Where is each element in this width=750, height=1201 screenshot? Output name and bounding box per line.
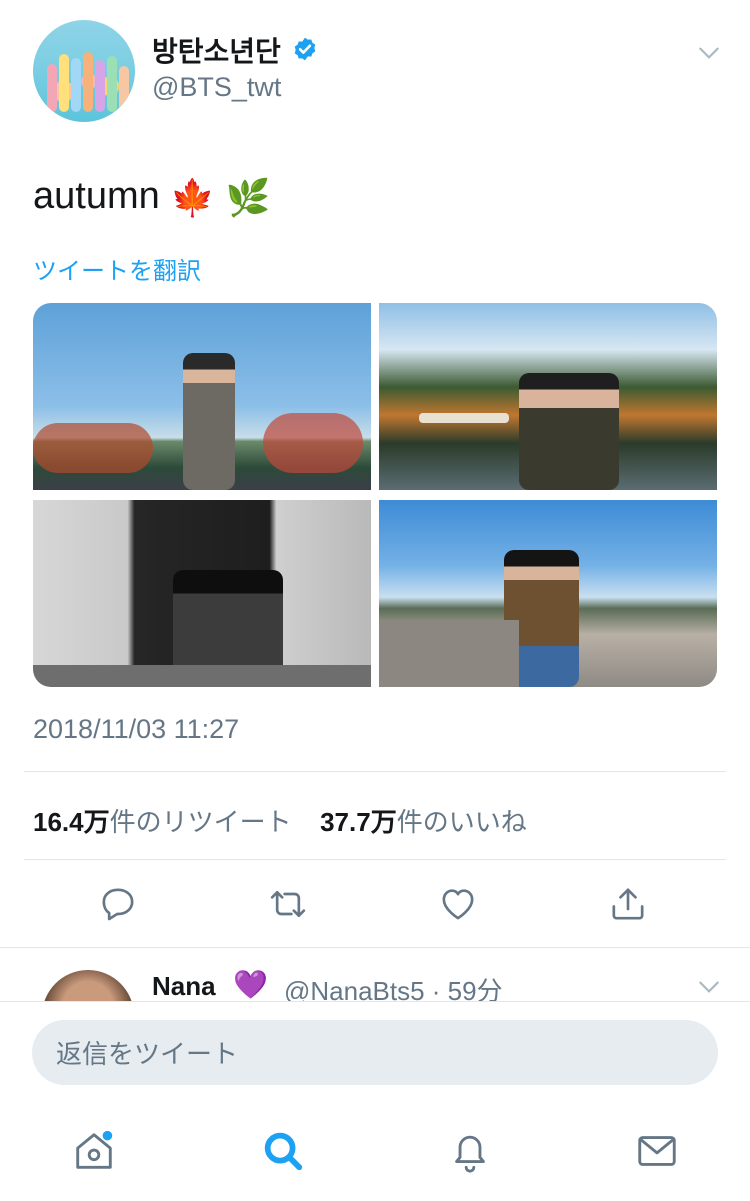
retweets-count: 16.4万 <box>33 807 110 837</box>
share-icon[interactable] <box>608 884 648 924</box>
tweet-stats: 16.4万件のリツイート 37.7万件のいいね <box>33 802 527 839</box>
maple-leaf-icon: 🍁 <box>170 176 216 218</box>
divider <box>24 859 726 860</box>
retweets-stat[interactable]: 16.4万件のリツイート <box>33 807 292 837</box>
user-handle[interactable]: @BTS_twt <box>152 72 281 103</box>
chevron-down-icon[interactable] <box>696 974 722 1000</box>
likes-stat[interactable]: 37.7万件のいいね <box>320 807 527 837</box>
chevron-down-icon[interactable] <box>696 40 722 66</box>
tweet-photo-2[interactable] <box>379 303 717 490</box>
purple-heart-icon: 💜 <box>233 969 268 1000</box>
messages-icon[interactable] <box>634 1128 680 1174</box>
retweets-label: 件のリツイート <box>109 807 292 837</box>
retweet-icon[interactable] <box>268 884 308 924</box>
like-icon[interactable] <box>438 884 478 924</box>
verified-badge-icon <box>294 37 316 61</box>
divider <box>0 947 750 948</box>
tweet-photo-3[interactable] <box>33 500 371 687</box>
divider <box>24 771 726 772</box>
herb-icon: 🌿 <box>225 176 271 218</box>
translate-tweet-link[interactable]: ツイートを翻訳 <box>33 251 201 286</box>
tweet-photo-4[interactable] <box>379 500 717 687</box>
tweet-timestamp: 2018/11/03 11:27 <box>33 714 240 744</box>
likes-count: 37.7万 <box>320 807 397 837</box>
tweet-photo-1[interactable] <box>33 303 371 490</box>
tweet-text-content: autumn <box>33 175 160 217</box>
tweet-text: autumn 🍁 🌿 <box>33 175 271 219</box>
home-icon[interactable] <box>71 1128 117 1174</box>
notifications-icon[interactable] <box>447 1128 493 1174</box>
search-icon[interactable] <box>260 1128 306 1174</box>
display-name[interactable]: 방탄소년단 <box>152 30 281 70</box>
avatar[interactable] <box>33 20 135 122</box>
reply-author-name[interactable]: Nana <box>152 971 216 1002</box>
reply-icon[interactable] <box>98 884 138 924</box>
likes-label: 件のいいね <box>396 807 527 837</box>
reply-input[interactable]: 返信をツイート <box>32 1020 718 1085</box>
